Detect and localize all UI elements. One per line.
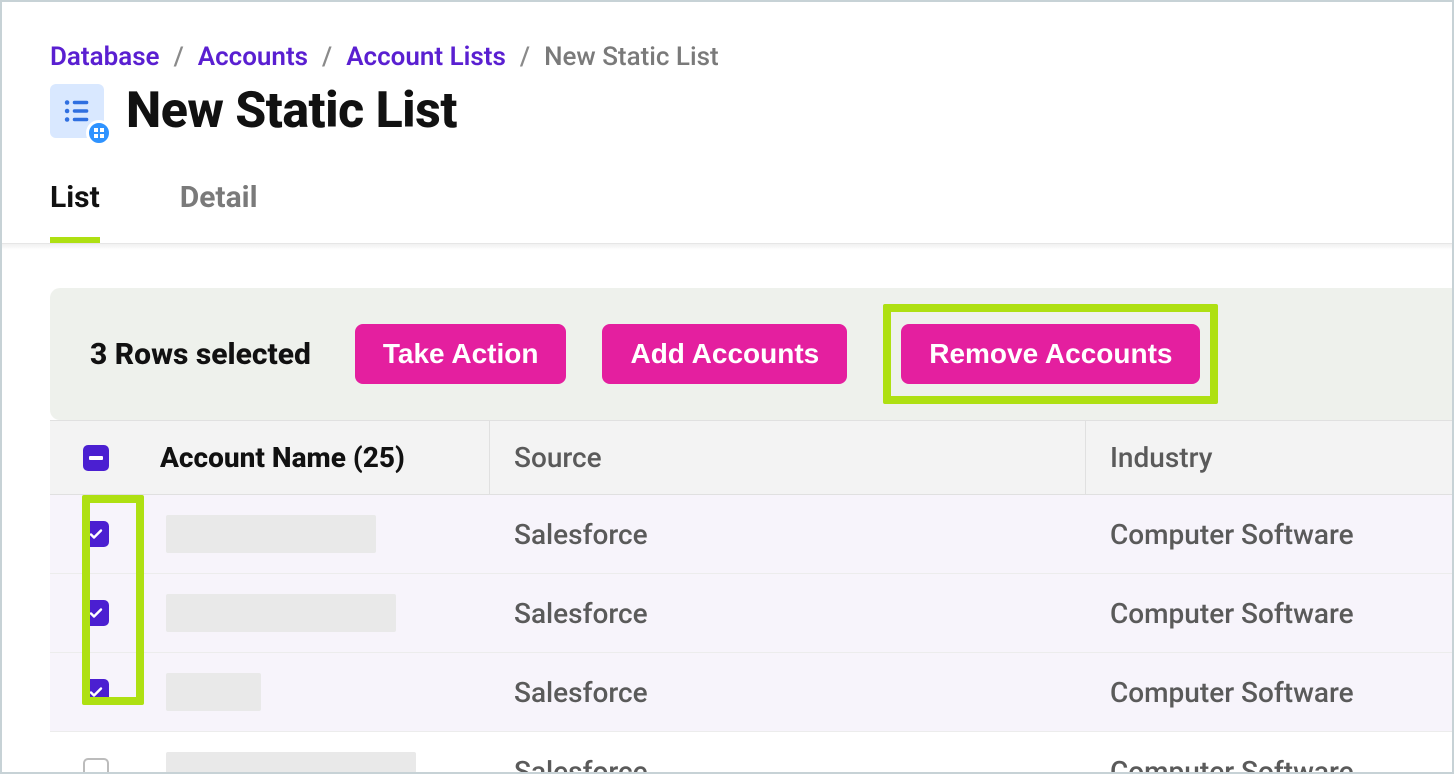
tab-list[interactable]: List (50, 180, 100, 243)
breadcrumb-accounts[interactable]: Accounts (198, 42, 308, 72)
cell-account-name (142, 653, 490, 731)
check-icon (88, 605, 104, 621)
table-row[interactable]: Salesforce Computer Software (50, 732, 1452, 774)
cell-account-name (142, 732, 490, 774)
col-header-source[interactable]: Source (490, 421, 1086, 494)
row-checkbox[interactable] (83, 600, 109, 626)
page-title: New Static List (126, 82, 457, 140)
action-bar: 3 Rows selected Take Action Add Accounts… (50, 288, 1452, 420)
row-checkbox[interactable] (83, 679, 109, 705)
table-row[interactable]: Salesforce Computer Software (50, 574, 1452, 653)
tabs: List Detail (2, 140, 1452, 244)
col-header-account-name-label: Account Name (25) (160, 441, 405, 474)
app-frame: Database / Accounts / Account Lists / Ne… (0, 0, 1454, 774)
remove-accounts-button[interactable]: Remove Accounts (901, 324, 1200, 384)
table-row[interactable]: Salesforce Computer Software (50, 495, 1452, 574)
table-row[interactable]: Salesforce Computer Software (50, 653, 1452, 732)
cell-source: Salesforce (490, 574, 1086, 652)
cell-source: Salesforce (490, 653, 1086, 731)
take-action-button[interactable]: Take Action (355, 324, 567, 384)
grid-badge-icon (86, 120, 112, 146)
redacted-text (166, 752, 416, 774)
cell-industry: Computer Software (1086, 653, 1452, 731)
accounts-table: Account Name (25) Source Industry Salesf… (50, 420, 1452, 774)
breadcrumb-account-lists[interactable]: Account Lists (346, 42, 506, 72)
row-checkbox-cell (50, 574, 142, 652)
check-icon (88, 526, 104, 542)
tab-detail[interactable]: Detail (180, 180, 258, 243)
cell-industry: Computer Software (1086, 495, 1452, 573)
cell-account-name (142, 574, 490, 652)
breadcrumb-current: New Static List (544, 42, 719, 72)
breadcrumb-separator: / (322, 42, 332, 72)
row-checkbox[interactable] (83, 758, 109, 774)
row-checkbox[interactable] (83, 521, 109, 547)
table-body: Salesforce Computer Software Salesforce … (50, 495, 1452, 774)
rows-selected-label: 3 Rows selected (90, 337, 311, 372)
breadcrumb: Database / Accounts / Account Lists / Ne… (2, 2, 1452, 72)
row-checkbox-cell (50, 732, 142, 774)
redacted-text (166, 515, 376, 553)
col-header-industry[interactable]: Industry (1086, 421, 1452, 494)
cell-industry: Computer Software (1086, 574, 1452, 652)
cell-source: Salesforce (490, 495, 1086, 573)
redacted-text (166, 594, 396, 632)
row-checkbox-cell (50, 495, 142, 573)
table-header-row: Account Name (25) Source Industry (50, 421, 1452, 495)
breadcrumb-separator: / (520, 42, 530, 72)
remove-accounts-highlight: Remove Accounts (883, 304, 1218, 404)
redacted-text (166, 673, 261, 711)
content-area: 3 Rows selected Take Action Add Accounts… (2, 250, 1452, 774)
breadcrumb-database[interactable]: Database (50, 42, 160, 72)
title-row: New Static List (2, 72, 1452, 140)
cell-industry: Computer Software (1086, 732, 1452, 774)
col-header-account-name[interactable]: Account Name (25) (50, 421, 490, 494)
select-all-checkbox[interactable] (83, 445, 109, 471)
row-checkbox-cell (50, 653, 142, 731)
cell-account-name (142, 495, 490, 573)
breadcrumb-separator: / (174, 42, 184, 72)
cell-source: Salesforce (490, 732, 1086, 774)
add-accounts-button[interactable]: Add Accounts (602, 324, 847, 384)
check-icon (88, 684, 104, 700)
list-icon (50, 84, 104, 138)
